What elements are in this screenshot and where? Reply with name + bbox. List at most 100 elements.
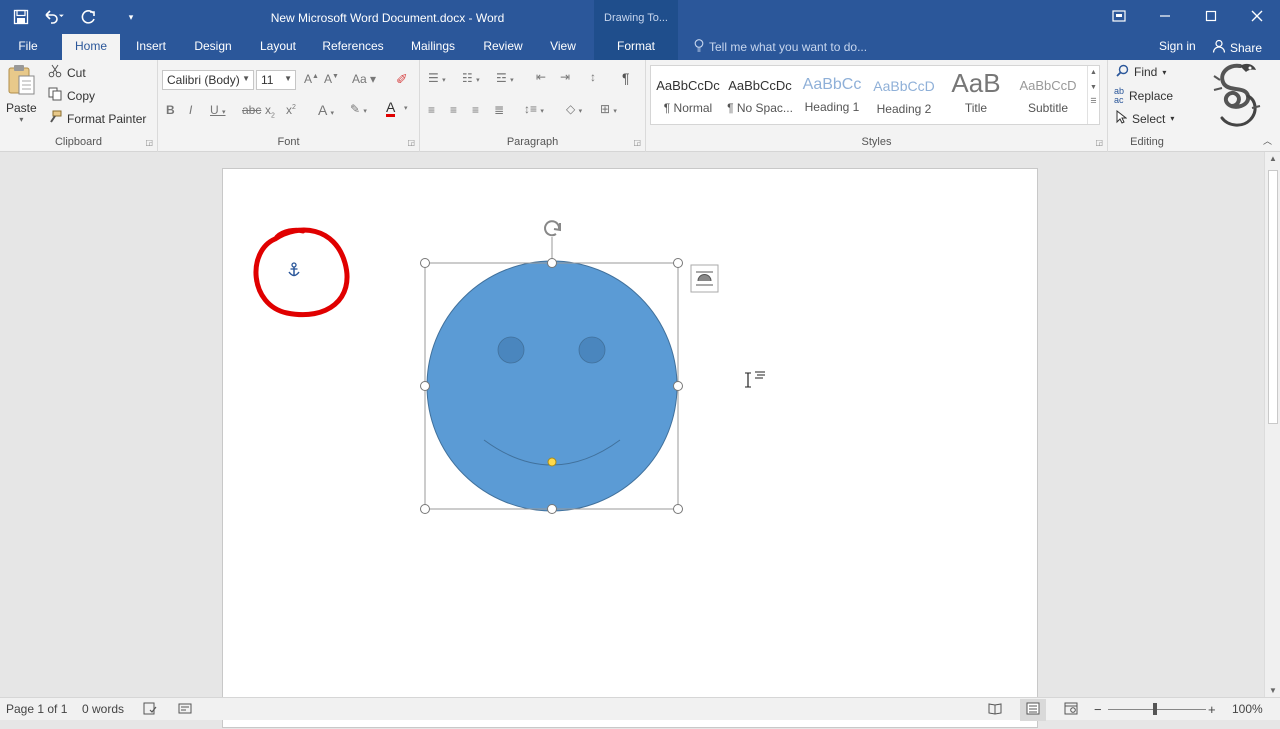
zoom-slider[interactable] <box>1108 709 1206 710</box>
maximize-icon[interactable] <box>1188 0 1234 32</box>
zoom-in-icon[interactable]: + <box>1208 702 1216 717</box>
proofing-icon[interactable] <box>143 702 157 718</box>
format-painter-button[interactable]: Format Painter <box>48 110 146 127</box>
print-layout-icon[interactable] <box>1020 699 1046 721</box>
scroll-up-icon[interactable]: ▲ <box>1269 154 1277 163</box>
replace-button[interactable]: ab ac Replace <box>1114 87 1173 105</box>
find-button[interactable]: Find ▾ <box>1116 64 1166 80</box>
decrease-indent-icon[interactable]: ⇤ <box>536 70 546 84</box>
style-heading-2[interactable]: AaBbCcD Heading 2 <box>869 68 939 124</box>
style-no-spacing[interactable]: AaBbCcDc ¶ No Spac... <box>725 68 795 124</box>
tab-review[interactable]: Review <box>476 34 530 60</box>
font-name-box[interactable]: Calibri (Body) ▼ <box>162 70 254 90</box>
borders-icon[interactable]: ⊞ ▾ <box>600 102 617 116</box>
layout-options-icon[interactable] <box>690 264 719 293</box>
strikethrough-icon[interactable]: abc <box>242 103 261 117</box>
style-subtitle[interactable]: AaBbCcD Subtitle <box>1013 68 1083 124</box>
zoom-level[interactable]: 100% <box>1232 702 1263 716</box>
tab-mailings[interactable]: Mailings <box>402 34 464 60</box>
shrink-font-icon[interactable]: A▼ <box>324 72 339 86</box>
justify-icon[interactable]: ≣ <box>494 103 504 117</box>
ribbon-display-options-icon[interactable] <box>1096 0 1142 32</box>
tab-design[interactable]: Design <box>186 34 240 60</box>
align-right-icon[interactable]: ≡ <box>472 103 479 117</box>
scroll-down-icon[interactable]: ▼ <box>1088 84 1099 91</box>
collapse-ribbon-icon[interactable]: ︿ <box>1263 134 1272 147</box>
sort-icon[interactable]: ↕ <box>590 70 596 84</box>
select-button[interactable]: Select ▾ <box>1116 109 1174 127</box>
bold-icon[interactable]: B <box>166 103 175 117</box>
styles-dialog-launcher-icon[interactable]: ◲ <box>1095 138 1103 147</box>
font-dialog-launcher-icon[interactable]: ◲ <box>407 138 415 147</box>
word-count[interactable]: 0 words <box>82 702 124 716</box>
web-layout-icon[interactable] <box>1064 702 1078 718</box>
scroll-up-icon[interactable]: ▲ <box>1088 69 1099 76</box>
style-name: ¶ Normal <box>663 101 713 115</box>
highlight-icon[interactable]: ✎ ▾ <box>350 102 367 116</box>
grow-font-icon[interactable]: A▲ <box>304 72 319 86</box>
adjustment-handle[interactable] <box>547 457 557 467</box>
shading-icon[interactable]: ◇ ▾ <box>566 102 582 116</box>
zoom-slider-thumb[interactable] <box>1153 703 1157 715</box>
paragraph-dialog-launcher-icon[interactable]: ◲ <box>633 138 641 147</box>
multilevel-list-icon[interactable]: ☲ ▾ <box>496 71 514 85</box>
close-icon[interactable] <box>1234 0 1280 32</box>
smiley-face-shape[interactable] <box>426 260 678 512</box>
tab-layout[interactable]: Layout <box>252 34 304 60</box>
drawing-tools-header: Drawing To... <box>594 0 678 34</box>
style-heading-1[interactable]: AaBbCc Heading 1 <box>797 68 867 124</box>
show-formatting-marks-icon[interactable]: ¶ <box>622 70 630 86</box>
superscript-icon[interactable]: x2 <box>286 103 296 117</box>
tab-format[interactable]: Format <box>594 34 678 60</box>
paste-button[interactable]: Paste ▾ <box>6 64 37 124</box>
style-normal[interactable]: AaBbCcDc ¶ Normal <box>653 68 723 124</box>
vertical-scrollbar[interactable]: ▲ ▼ <box>1264 152 1280 697</box>
tell-me-box[interactable]: Tell me what you want to do... <box>694 39 867 55</box>
increase-indent-icon[interactable]: ⇥ <box>560 70 570 84</box>
font-size-box[interactable]: 11 ▼ <box>256 70 296 90</box>
chevron-down-icon[interactable]: ▾ <box>404 104 408 112</box>
rotate-handle-icon[interactable] <box>544 220 561 263</box>
sign-in-link[interactable]: Sign in <box>1159 39 1196 53</box>
clipboard-dialog-launcher-icon[interactable]: ◲ <box>145 138 153 147</box>
scissors-icon <box>48 64 62 81</box>
numbering-icon[interactable]: ☷ ▾ <box>462 71 480 85</box>
more-styles-icon[interactable]: ☰ <box>1088 97 1099 105</box>
align-left-icon[interactable]: ≡ <box>428 103 435 117</box>
style-sample: AaB <box>951 68 1001 98</box>
tab-references[interactable]: References <box>316 34 390 60</box>
page-count[interactable]: Page 1 of 1 <box>6 702 67 716</box>
underline-icon[interactable]: U ▾ <box>210 103 226 117</box>
subscript-icon[interactable]: x2 <box>265 103 275 119</box>
change-case-icon[interactable]: Aa ▾ <box>352 72 376 86</box>
tab-view[interactable]: View <box>542 34 584 60</box>
styles-gallery: AaBbCcDc ¶ Normal AaBbCcDc ¶ No Spac... … <box>650 65 1100 125</box>
lightbulb-icon <box>694 39 704 55</box>
macro-record-icon[interactable] <box>178 702 192 718</box>
zoom-out-icon[interactable]: − <box>1094 702 1102 717</box>
document-page[interactable] <box>222 168 1038 728</box>
line-spacing-icon[interactable]: ↕≡ ▾ <box>524 102 544 116</box>
font-color-icon[interactable]: A <box>386 100 396 117</box>
copy-button[interactable]: Copy <box>48 87 95 104</box>
read-mode-icon[interactable] <box>988 702 1002 718</box>
tab-home[interactable]: Home <box>62 34 120 60</box>
tab-file[interactable]: File <box>10 34 46 60</box>
clear-formatting-icon[interactable]: ✐ <box>396 71 408 88</box>
scroll-down-icon[interactable]: ▼ <box>1269 686 1277 695</box>
style-title[interactable]: AaB Title <box>941 68 1011 124</box>
text-effects-icon[interactable]: A ▾ <box>318 102 334 118</box>
style-sample: AaBbCcD <box>1019 78 1077 93</box>
style-sample: AaBbCcDc <box>728 78 792 93</box>
italic-icon[interactable]: I <box>189 103 192 117</box>
minimize-icon[interactable] <box>1142 0 1188 32</box>
scrollbar-thumb[interactable] <box>1268 170 1278 424</box>
bullets-icon[interactable]: ☰ ▾ <box>428 71 446 85</box>
anchor-icon[interactable] <box>288 262 300 277</box>
editing-group: Find ▾ ab ac Replace Select ▾ Editing <box>1108 60 1186 152</box>
cut-button[interactable]: Cut <box>48 64 86 81</box>
styles-gallery-scroll[interactable]: ▲ ▼ ☰ <box>1087 66 1099 124</box>
tab-insert[interactable]: Insert <box>128 34 174 60</box>
align-center-icon[interactable]: ≡ <box>450 103 457 117</box>
share-button[interactable]: Share <box>1212 39 1262 56</box>
